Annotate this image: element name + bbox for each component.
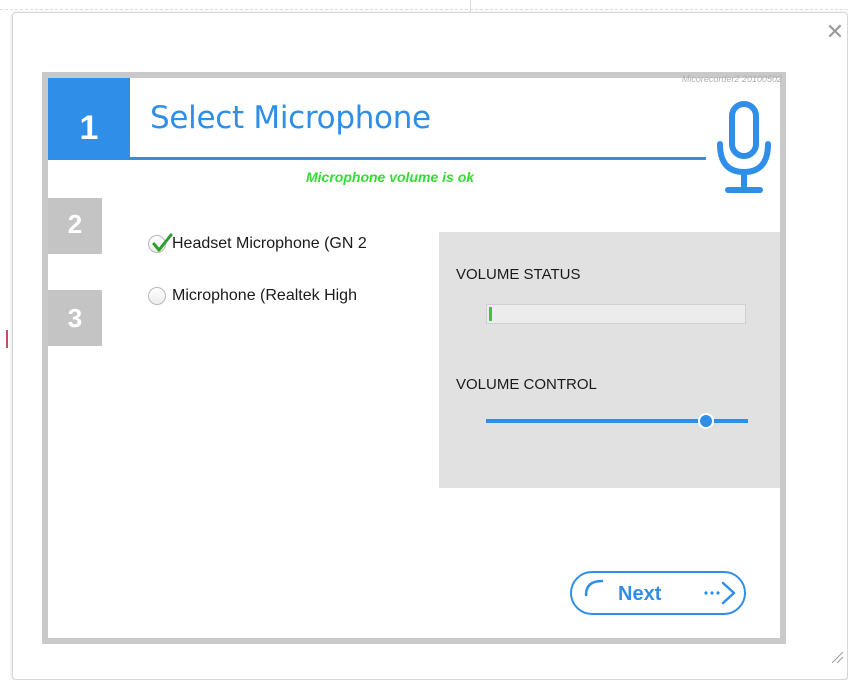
volume-status-message: Microphone volume is ok: [306, 169, 475, 185]
volume-control-label: VOLUME CONTROL: [456, 376, 597, 393]
background-tick: [470, 0, 471, 12]
volume-slider-thumb[interactable]: [698, 413, 715, 429]
version-label: Micorecorder2 20100502: [681, 74, 782, 84]
volume-meter-fill: [489, 307, 492, 321]
page-title: Select Microphone: [150, 100, 431, 136]
checkmark-icon: [152, 233, 173, 252]
arc-icon: [584, 579, 604, 597]
step-2-indicator: 2: [48, 198, 102, 254]
background-divider: [0, 9, 848, 10]
close-button[interactable]: ✕: [822, 20, 848, 46]
resize-grip-icon[interactable]: [828, 648, 844, 664]
microphone-option-label: Headset Microphone (GN 2: [172, 235, 367, 252]
arrow-right-icon: [704, 581, 736, 605]
step-3-indicator: 3: [48, 290, 102, 346]
microphone-option-label: Microphone (Realtek High: [172, 287, 357, 304]
next-button-label: Next: [618, 583, 662, 605]
next-button[interactable]: Next: [570, 571, 746, 615]
volume-status-label: VOLUME STATUS: [456, 266, 581, 283]
microphone-option-headset[interactable]: Headset Microphone (GN 2: [148, 233, 367, 253]
microphone-option-realtek[interactable]: Microphone (Realtek High: [148, 287, 357, 305]
background-marker: [6, 330, 8, 348]
radio-button[interactable]: [148, 287, 166, 305]
microphone-icon: [717, 101, 771, 193]
step-1-indicator: 1: [48, 78, 130, 160]
volume-meter: [486, 304, 746, 324]
volume-slider[interactable]: [486, 413, 748, 429]
radio-button-selected[interactable]: [148, 233, 173, 253]
title-underline: [130, 157, 706, 160]
